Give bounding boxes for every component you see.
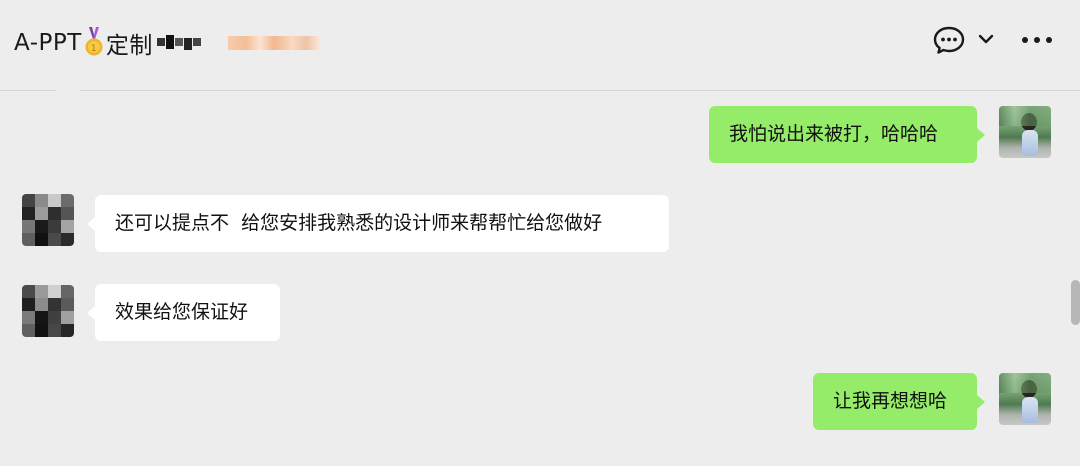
message-text: 效果给您保证好 bbox=[115, 301, 249, 323]
avatar-contact[interactable] bbox=[22, 194, 74, 246]
chevron-down-icon[interactable] bbox=[977, 32, 995, 46]
avatar-contact[interactable] bbox=[22, 285, 74, 337]
redacted-name bbox=[156, 35, 202, 50]
chat-window: A-PPT 1 定制 我怕说出来被打，哈哈哈 还可以提点不 给您安排我熟悉的设计… bbox=[0, 0, 1080, 466]
avatar-self[interactable] bbox=[999, 373, 1051, 425]
chat-header: A-PPT 1 定制 bbox=[0, 0, 1080, 91]
message-bubble-received[interactable]: 效果给您保证好 bbox=[87, 284, 280, 341]
message-bubble-sent[interactable]: 让我再想想哈 bbox=[813, 373, 985, 430]
message-bubble-received[interactable]: 还可以提点不 给您安排我熟悉的设计师来帮帮忙给您做好 bbox=[87, 195, 669, 252]
chat-title: A-PPT 1 定制 bbox=[14, 26, 202, 60]
svg-text:1: 1 bbox=[91, 44, 97, 54]
avatar-self[interactable] bbox=[999, 106, 1051, 158]
message-text: 还可以提点不 给您安排我熟悉的设计师来帮帮忙给您做好 bbox=[115, 212, 603, 234]
redacted-subtitle bbox=[228, 36, 320, 50]
scrollbar-thumb[interactable] bbox=[1071, 280, 1080, 325]
message-text: 让我再想想哈 bbox=[833, 390, 948, 412]
title-suffix: 定制 bbox=[105, 33, 153, 59]
chat-bubble-icon[interactable] bbox=[932, 25, 966, 55]
message-bubble-sent[interactable]: 我怕说出来被打，哈哈哈 bbox=[709, 106, 985, 163]
header-divider-gap bbox=[56, 90, 80, 92]
more-icon[interactable] bbox=[1020, 32, 1054, 48]
medal-icon: 1 bbox=[85, 27, 103, 56]
message-text: 我怕说出来被打，哈哈哈 bbox=[729, 123, 939, 145]
title-prefix: A-PPT bbox=[14, 30, 82, 56]
